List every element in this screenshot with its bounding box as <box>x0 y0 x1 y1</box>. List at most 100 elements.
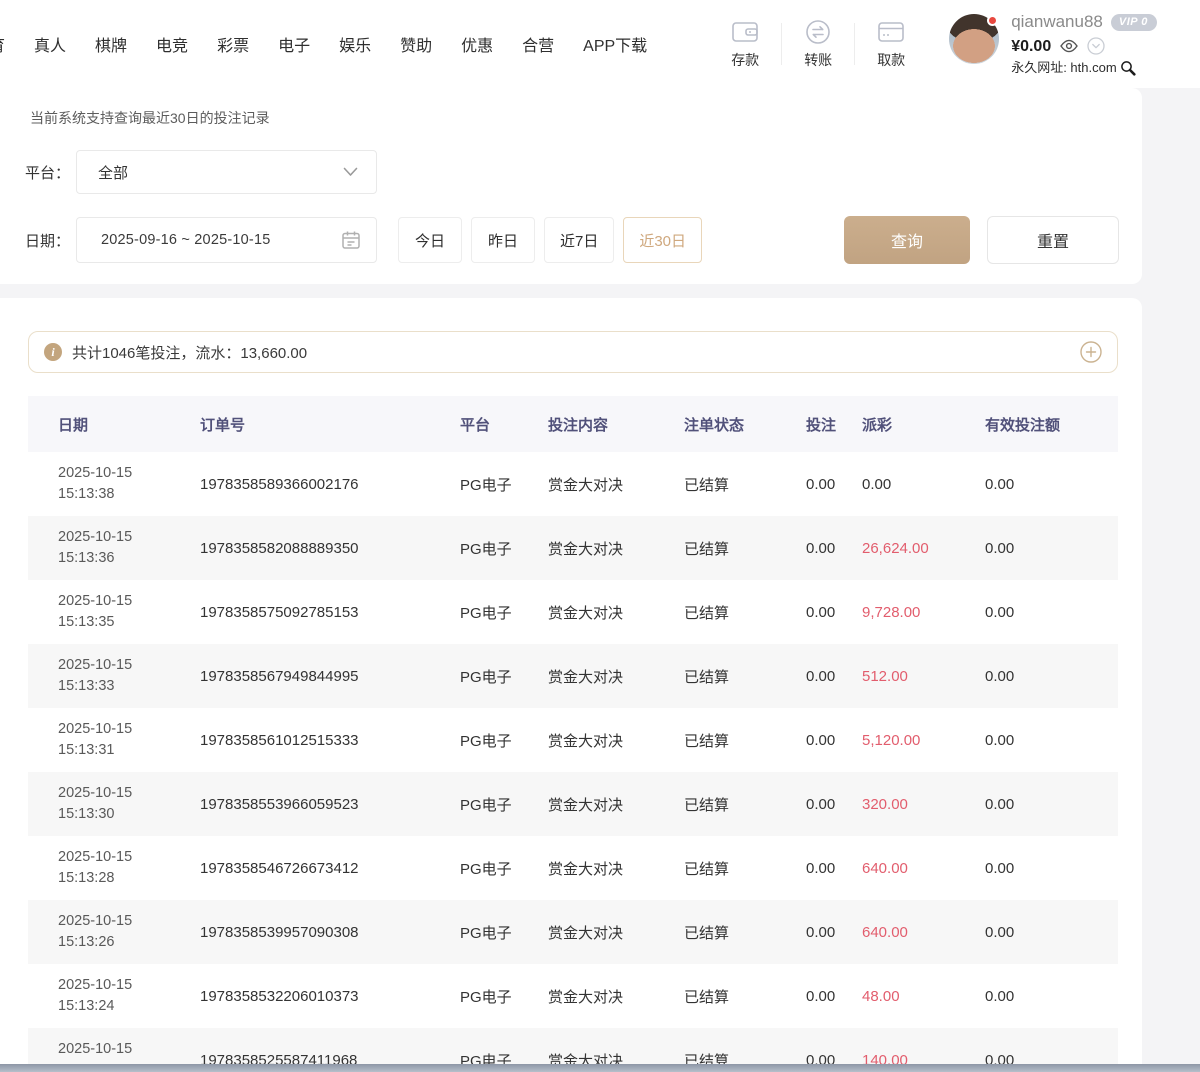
cell-platform: PG电子 <box>460 538 548 559</box>
cell-bet-amount: 0.00 <box>806 860 862 877</box>
plus-circle-icon[interactable] <box>1079 340 1103 364</box>
bank-card-icon <box>876 19 906 45</box>
reset-button[interactable]: 重置 <box>987 216 1119 264</box>
transfer-button[interactable]: 转账 <box>782 19 854 70</box>
table-row[interactable]: 2025-10-1515:13:26 1978358539957090308 P… <box>28 900 1118 964</box>
deposit-label: 存款 <box>731 50 759 70</box>
eye-icon[interactable] <box>1060 39 1078 53</box>
cell-status: 已结算 <box>684 538 806 559</box>
deposit-button[interactable]: 存款 <box>709 19 781 70</box>
nav-item-cards[interactable]: 棋牌 <box>95 32 127 56</box>
cell-valid-amount: 0.00 <box>985 860 1118 877</box>
cell-datetime: 2025-10-1515:13:38 <box>58 463 200 505</box>
cell-bet-content: 赏金大对决 <box>548 666 684 687</box>
cell-valid-amount: 0.00 <box>985 668 1118 685</box>
cell-payout: 512.00 <box>862 668 985 685</box>
nav-item-sports[interactable]: 体育 <box>0 32 5 56</box>
cell-order-number: 1978358553966059523 <box>200 796 460 813</box>
quick-today-button[interactable]: 今日 <box>398 217 462 263</box>
nav-item-app-download[interactable]: APP下载 <box>583 32 647 56</box>
table-row[interactable]: 2025-10-1515:13:28 1978358546726673412 P… <box>28 836 1118 900</box>
date-range-value: 2025-09-16 ~ 2025-10-15 <box>101 232 270 248</box>
cell-order-number: 1978358539957090308 <box>200 924 460 941</box>
cell-datetime: 2025-10-1515:13:31 <box>58 719 200 761</box>
quick-30days-button[interactable]: 近30日 <box>623 217 702 263</box>
nav-item-sponsor[interactable]: 赞助 <box>400 32 432 56</box>
col-header-valid: 有效投注额 <box>985 414 1118 435</box>
cell-status: 已结算 <box>684 986 806 1007</box>
nav-item-esports[interactable]: 电竞 <box>156 32 188 56</box>
cell-bet-amount: 0.00 <box>806 924 862 941</box>
col-header-bet: 投注 <box>806 414 862 435</box>
cell-datetime: 2025-10-1515:13:26 <box>58 911 200 953</box>
cell-bet-content: 赏金大对决 <box>548 858 684 879</box>
cell-status: 已结算 <box>684 730 806 751</box>
platform-selected-value: 全部 <box>98 162 128 183</box>
table-row[interactable]: 2025-10-1515:13:33 1978358567949844995 P… <box>28 644 1118 708</box>
cell-valid-amount: 0.00 <box>985 924 1118 941</box>
date-range-input[interactable]: 2025-09-16 ~ 2025-10-15 <box>76 217 377 263</box>
cell-order-number: 1978358561012515333 <box>200 732 460 749</box>
notification-dot <box>987 15 998 26</box>
cell-bet-amount: 0.00 <box>806 988 862 1005</box>
cell-payout: 0.00 <box>862 476 985 493</box>
cell-valid-amount: 0.00 <box>985 476 1118 493</box>
date-label: 日期： <box>0 230 76 251</box>
nav-item-lottery[interactable]: 彩票 <box>217 32 249 56</box>
cell-order-number: 1978358589366002176 <box>200 476 460 493</box>
table-row[interactable]: 2025-10-1515:13:35 1978358575092785153 P… <box>28 580 1118 644</box>
cell-order-number: 1978358546726673412 <box>200 860 460 877</box>
summary-bar: i 共计1046笔投注，流水：13,660.00 <box>28 331 1118 373</box>
withdraw-label: 取款 <box>877 50 905 70</box>
cell-datetime: 2025-10-1515:13:24 <box>58 975 200 1017</box>
vip-badge: VIP 0 <box>1111 14 1157 31</box>
cell-bet-amount: 0.00 <box>806 476 862 493</box>
quick-date-buttons: 今日 昨日 近7日 近30日 <box>398 217 702 263</box>
username: qianwanu88 <box>1011 12 1103 32</box>
transfer-icon <box>803 19 833 45</box>
nav-item-live[interactable]: 真人 <box>34 32 66 56</box>
nav-item-promo[interactable]: 优惠 <box>461 32 493 56</box>
table-row[interactable]: 2025-10-1515:13:30 1978358553966059523 P… <box>28 772 1118 836</box>
cell-order-number: 1978358532206010373 <box>200 988 460 1005</box>
quick-7days-button[interactable]: 近7日 <box>544 217 614 263</box>
cell-datetime: 2025-10-1515:13:36 <box>58 527 200 569</box>
withdraw-button[interactable]: 取款 <box>855 19 927 70</box>
cell-order-number: 1978358567949844995 <box>200 668 460 685</box>
col-header-status: 注单状态 <box>684 414 806 435</box>
table-row[interactable]: 2025-10-1515:13:24 1978358532206010373 P… <box>28 964 1118 1028</box>
cell-bet-content: 赏金大对决 <box>548 986 684 1007</box>
cell-platform: PG电子 <box>460 794 548 815</box>
col-header-platform: 平台 <box>460 414 548 435</box>
quick-yesterday-button[interactable]: 昨日 <box>471 217 535 263</box>
table-body: 2025-10-1515:13:38 1978358589366002176 P… <box>28 452 1118 1072</box>
platform-select[interactable]: 全部 <box>76 150 377 194</box>
summary-text: 共计1046笔投注，流水：13,660.00 <box>72 342 307 363</box>
cell-status: 已结算 <box>684 666 806 687</box>
nav-item-slots[interactable]: 电子 <box>278 32 310 56</box>
query-button[interactable]: 查询 <box>844 216 970 264</box>
avatar[interactable] <box>949 14 999 64</box>
permanent-url: 永久网址: hth.com <box>1011 60 1116 76</box>
cell-bet-amount: 0.00 <box>806 796 862 813</box>
col-header-content: 投注内容 <box>548 414 684 435</box>
table-row[interactable]: 2025-10-1515:13:31 1978358561012515333 P… <box>28 708 1118 772</box>
col-header-date: 日期 <box>58 414 200 435</box>
cell-valid-amount: 0.00 <box>985 988 1118 1005</box>
top-header: 体育 真人 棋牌 电竞 彩票 电子 娱乐 赞助 优惠 合营 APP下载 存款 转… <box>0 0 1200 88</box>
cell-bet-content: 赏金大对决 <box>548 922 684 943</box>
nav-item-affiliate[interactable]: 合营 <box>522 32 554 56</box>
cell-bet-content: 赏金大对决 <box>548 538 684 559</box>
chevron-down-circle-icon[interactable] <box>1087 37 1105 55</box>
nav-item-casino[interactable]: 娱乐 <box>339 32 371 56</box>
cell-datetime: 2025-10-1515:13:33 <box>58 655 200 697</box>
table-row[interactable]: 2025-10-1515:13:36 1978358582088889350 P… <box>28 516 1118 580</box>
table-row[interactable]: 2025-10-1515:13:38 1978358589366002176 P… <box>28 452 1118 516</box>
cell-status: 已结算 <box>684 602 806 623</box>
search-icon[interactable] <box>1120 60 1136 76</box>
cell-platform: PG电子 <box>460 602 548 623</box>
cell-status: 已结算 <box>684 858 806 879</box>
user-info: qianwanu88 VIP 0 ¥0.00 永久网址: hth.com <box>1011 12 1157 76</box>
cell-status: 已结算 <box>684 922 806 943</box>
platform-label: 平台： <box>0 162 76 183</box>
